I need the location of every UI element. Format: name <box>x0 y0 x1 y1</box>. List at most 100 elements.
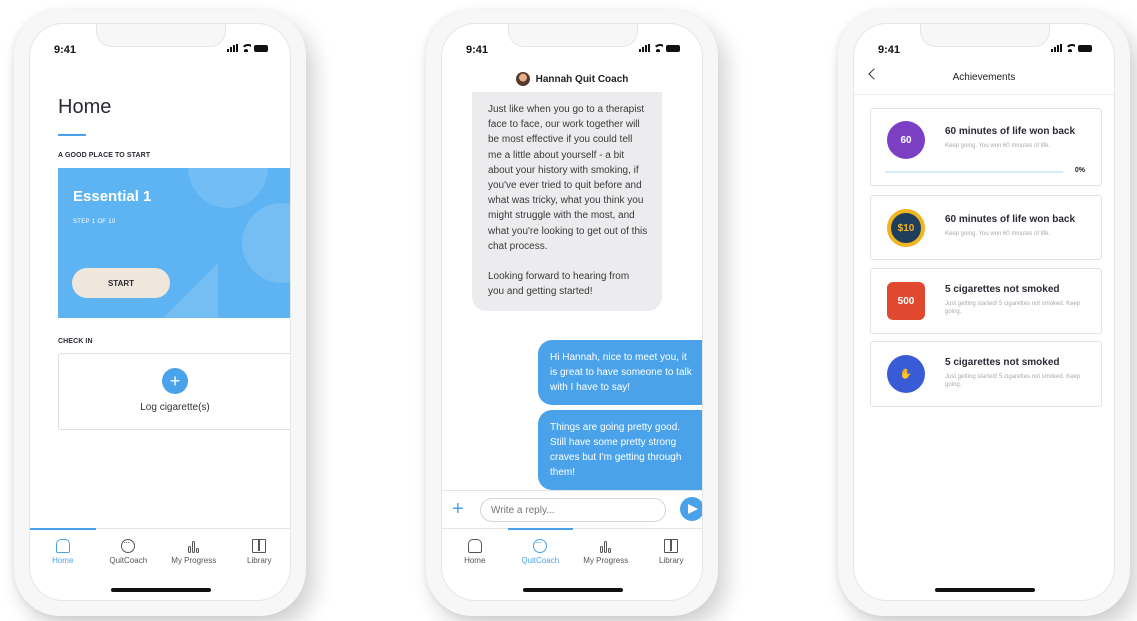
message-text: Looking forward to hearing from you and … <box>488 271 630 298</box>
tab-library[interactable]: Library <box>227 529 291 574</box>
achievement-desc: Just getting started! 5 cigarettes not s… <box>945 374 1081 388</box>
user-message: Things are going pretty good. Still have… <box>538 410 702 490</box>
progress-bar <box>885 171 1063 173</box>
badge-icon: 500 <box>887 282 925 320</box>
battery-icon <box>254 44 268 52</box>
page-title: Achievements <box>952 72 1016 83</box>
status-icons <box>639 44 680 52</box>
chat-icon <box>533 537 548 553</box>
notch <box>96 24 226 47</box>
tab-library[interactable]: Library <box>639 529 703 574</box>
tab-label: Library <box>659 555 684 565</box>
status-icons <box>227 44 268 52</box>
bar-chart-icon <box>187 539 201 553</box>
plus-icon[interactable]: + <box>452 498 464 521</box>
achievement-title: 5 cigarettes not smoked <box>945 357 1060 368</box>
status-icons <box>1051 44 1092 52</box>
phone-home: 9:41 Home A GOOD PLACE TO START Essentia… <box>14 10 306 616</box>
tab-label: My Progress <box>583 555 629 565</box>
card-decoration <box>188 168 268 208</box>
achievement-title: 60 minutes of life won back <box>945 126 1076 137</box>
tab-label: QuitCoach <box>109 555 148 565</box>
achievement-card[interactable]: ✋ 5 cigarettes not smoked Just getting s… <box>870 341 1102 407</box>
chat-screen: 9:41 Hannah Quit Coach Just like when yo… <box>441 23 703 601</box>
tab-bar: Home QuitCoach My Progress Library <box>442 528 703 574</box>
notch <box>920 24 1050 47</box>
home-indicator <box>111 588 211 592</box>
status-time: 9:41 <box>54 44 77 56</box>
tab-label: Home <box>52 555 74 565</box>
tab-my-progress[interactable]: My Progress <box>161 529 227 574</box>
title-underline <box>58 134 86 136</box>
compose-bar: + <box>442 490 702 528</box>
essential-card[interactable]: Essential 1 STEP 1 OF 10 START <box>58 168 290 318</box>
good-place-label: A GOOD PLACE TO START <box>58 152 151 159</box>
signal-icon <box>639 44 650 52</box>
chat-icon <box>121 537 136 553</box>
home-icon <box>467 538 482 553</box>
tab-label: My Progress <box>171 555 217 565</box>
coach-message: Just like when you go to a therapist fac… <box>472 92 662 312</box>
home-screen: 9:41 Home A GOOD PLACE TO START Essentia… <box>29 23 291 601</box>
home-indicator <box>523 588 623 592</box>
battery-icon <box>666 44 680 52</box>
wifi-icon <box>241 44 251 52</box>
badge-icon: $10 <box>887 209 925 247</box>
tab-my-progress[interactable]: My Progress <box>573 529 639 574</box>
tab-label: Library <box>247 555 272 565</box>
coach-name: Hannah Quit Coach <box>535 73 629 85</box>
notch <box>508 24 638 47</box>
phone-chat: 9:41 Hannah Quit Coach Just like when yo… <box>426 10 718 616</box>
achievement-title: 60 minutes of life won back <box>945 214 1076 225</box>
chat-header: Hannah Quit Coach <box>442 68 702 90</box>
badge-icon: 60 <box>887 121 925 159</box>
message-text: Hi Hannah, nice to meet you, it is great… <box>550 352 692 393</box>
achievement-card[interactable]: $10 60 minutes of life won back Keep goi… <box>870 195 1102 260</box>
tab-quitcoach[interactable]: QuitCoach <box>96 529 162 574</box>
message-text: Things are going pretty good. Still have… <box>550 422 682 478</box>
hand-badge-icon: ✋ <box>887 355 925 393</box>
send-button[interactable] <box>680 497 702 521</box>
achievement-card[interactable]: 500 5 cigarettes not smoked Just getting… <box>870 268 1102 334</box>
book-icon <box>664 538 679 553</box>
status-time: 9:41 <box>878 44 901 56</box>
page-title: Home <box>58 96 112 118</box>
plus-icon[interactable]: + <box>162 368 188 394</box>
achievement-desc: Just getting started! 5 cigarettes not s… <box>945 301 1081 315</box>
tab-quitcoach[interactable]: QuitCoach <box>507 528 574 574</box>
divider <box>854 94 1114 95</box>
home-icon <box>55 538 70 553</box>
log-cigarette-card[interactable]: + Log cigarette(s) <box>58 353 290 430</box>
status-time: 9:41 <box>466 44 489 56</box>
signal-icon <box>1051 44 1062 52</box>
wifi-icon <box>653 44 663 52</box>
book-icon <box>252 538 267 553</box>
achievement-desc: Keep going. You won 60 minutes of life. <box>945 231 1051 237</box>
home-indicator <box>935 588 1035 592</box>
user-message: Hi Hannah, nice to meet you, it is great… <box>538 340 702 405</box>
essential-title: Essential 1 <box>73 188 152 205</box>
achievements-screen: 9:41 Achievements 60 60 minutes of life … <box>853 23 1115 601</box>
check-in-label: CHECK IN <box>58 338 93 345</box>
signal-icon <box>227 44 238 52</box>
message-text: Just like when you go to a therapist fac… <box>488 104 648 252</box>
tab-home[interactable]: Home <box>442 529 508 574</box>
phone-achievements: 9:41 Achievements 60 60 minutes of life … <box>838 10 1130 616</box>
tab-bar: Home QuitCoach My Progress Library <box>30 528 291 574</box>
progress-percent: 0% <box>1074 167 1085 174</box>
tab-home[interactable]: Home <box>30 528 96 574</box>
log-cigarette-label: Log cigarette(s) <box>140 402 210 413</box>
essential-step: STEP 1 OF 10 <box>73 219 116 225</box>
achievement-title: 5 cigarettes not smoked <box>945 284 1060 295</box>
achievement-desc: Keep going. You won 60 minutes of life. <box>945 143 1051 149</box>
battery-icon <box>1078 44 1092 52</box>
achievement-card[interactable]: 60 60 minutes of life won back Keep goin… <box>870 108 1102 186</box>
wifi-icon <box>1065 44 1075 52</box>
tab-label: QuitCoach <box>521 555 560 565</box>
start-button[interactable]: START <box>72 268 170 298</box>
avatar <box>515 72 530 86</box>
bar-chart-icon <box>599 539 613 553</box>
tab-label: Home <box>464 555 486 565</box>
card-decoration <box>242 203 290 283</box>
reply-input[interactable] <box>480 498 666 522</box>
